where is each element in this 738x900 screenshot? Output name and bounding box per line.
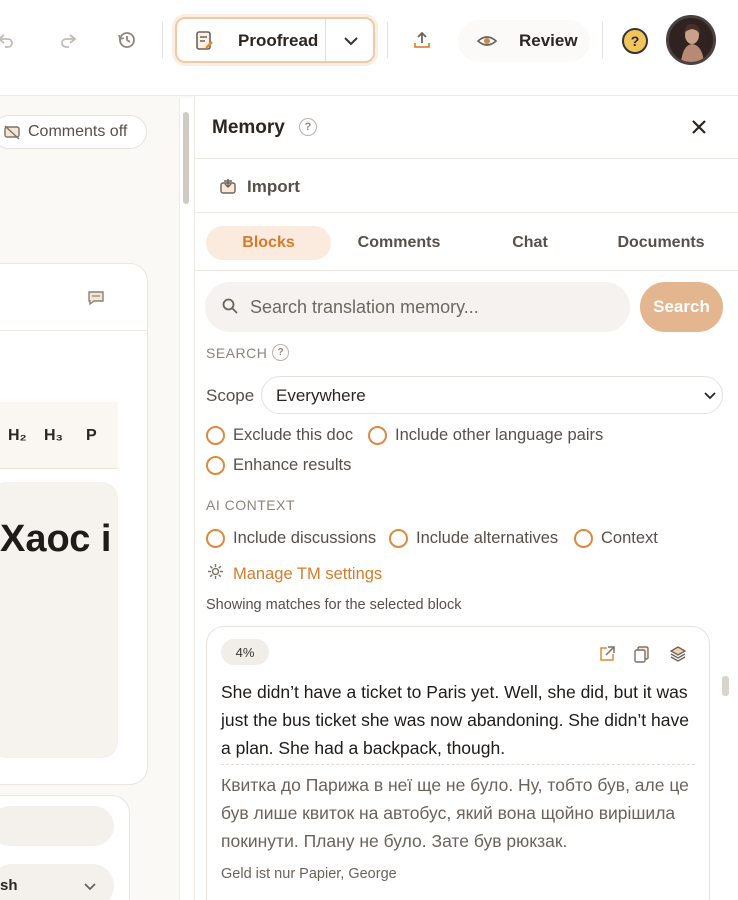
tm-search-box — [205, 282, 630, 332]
avatar[interactable] — [666, 15, 716, 65]
eye-icon — [476, 31, 498, 56]
include-alternatives-radio[interactable] — [389, 529, 408, 548]
review-button[interactable]: Review — [458, 20, 590, 62]
proofread-label: Proofread — [238, 31, 319, 50]
tm-search-input[interactable] — [250, 294, 610, 320]
exclude-this-doc-option[interactable]: Exclude this doc — [206, 426, 353, 445]
heading-3-button[interactable]: H₃ — [44, 427, 63, 445]
heading-2-button[interactable]: H₂ — [8, 427, 27, 445]
comment-icon[interactable] — [87, 290, 105, 311]
scope-label: Scope — [206, 386, 255, 405]
help-icon[interactable]: ? — [622, 28, 648, 54]
exclude-this-doc-label: Exclude this doc — [233, 426, 354, 444]
help-icon[interactable]: ? — [299, 118, 317, 136]
context-label: Context — [601, 529, 658, 547]
panel-scrollbar-thumb[interactable] — [722, 676, 729, 696]
editor-option-input[interactable] — [0, 806, 114, 846]
copy-icon[interactable] — [633, 645, 651, 663]
history-icon[interactable] — [115, 28, 139, 52]
search-icon — [221, 297, 239, 320]
comments-toggle-label: Comments off — [28, 123, 128, 140]
match-document-reference: Geld ist nur Papier, George — [221, 866, 397, 882]
comments-toggle[interactable]: Comments off — [0, 115, 147, 149]
paragraph-button[interactable]: P — [86, 427, 97, 445]
include-alternatives-option[interactable]: Include alternatives — [389, 529, 558, 548]
match-source-text: She didn’t have a ticket to Paris yet. W… — [221, 682, 689, 758]
match-status-text: Showing matches for the selected block — [206, 597, 462, 613]
context-option[interactable]: Context — [574, 529, 658, 548]
manage-tm-settings-label: Manage TM settings — [233, 564, 383, 583]
format-bar-divider — [0, 468, 118, 469]
include-other-language-pairs-label: Include other language pairs — [395, 426, 604, 444]
tab-chat[interactable]: Chat — [470, 226, 590, 260]
layers-icon[interactable] — [669, 645, 687, 663]
comment-off-icon — [3, 124, 21, 147]
search-section-label: SEARCH — [206, 345, 268, 361]
editor-heading-text: Хаос i — [0, 518, 112, 560]
include-alternatives-label: Include alternatives — [416, 529, 559, 547]
language-select[interactable]: sh — [0, 864, 114, 900]
enhance-results-option[interactable]: Enhance results — [206, 456, 351, 475]
context-radio[interactable] — [574, 529, 593, 548]
import-icon[interactable] — [219, 177, 237, 200]
undo-icon[interactable] — [0, 28, 18, 52]
include-discussions-radio[interactable] — [206, 529, 225, 548]
editor-scrollbar-thumb[interactable] — [183, 112, 189, 204]
manage-tm-settings-link[interactable]: Manage TM settings — [207, 563, 382, 585]
match-target-text: Квитка до Парижа в неї ще не було. Ну, т… — [221, 775, 689, 851]
enhance-results-radio[interactable] — [206, 456, 225, 475]
review-label: Review — [519, 31, 578, 50]
exclude-this-doc-radio[interactable] — [206, 426, 225, 445]
scope-select-value: Everywhere — [276, 386, 366, 405]
card-header-divider — [0, 330, 148, 331]
top-toolbar: Proofread Review ? — [0, 0, 738, 82]
include-other-language-pairs-option[interactable]: Include other language pairs — [368, 426, 603, 445]
panel-divider — [194, 158, 738, 159]
tab-comments[interactable]: Comments — [339, 226, 459, 260]
tm-match-card[interactable] — [206, 626, 710, 900]
close-icon[interactable] — [688, 116, 710, 138]
editor-scrollbar[interactable] — [179, 98, 193, 900]
ai-context-section-label: AI CONTEXT — [206, 497, 296, 513]
scope-select[interactable]: Everywhere — [261, 376, 723, 414]
chevron-down-icon — [702, 387, 718, 408]
panel-divider — [194, 270, 738, 271]
chevron-down-icon — [82, 878, 98, 899]
proofread-doc-icon — [195, 30, 215, 57]
include-other-language-pairs-radio[interactable] — [368, 426, 387, 445]
language-select-value: sh — [0, 877, 18, 894]
include-discussions-label: Include discussions — [233, 529, 377, 547]
source-target-separator — [221, 764, 695, 765]
proofread-button[interactable]: Proofread — [175, 17, 375, 63]
upload-icon[interactable] — [410, 28, 434, 52]
help-icon[interactable]: ? — [272, 344, 289, 361]
toolbar-divider — [387, 22, 388, 58]
panel-title: Memory — [212, 117, 285, 138]
search-button[interactable]: Search — [640, 282, 723, 332]
gear-icon — [207, 563, 224, 585]
redo-icon[interactable] — [56, 28, 80, 52]
match-score-badge: 4% — [221, 639, 269, 665]
tab-blocks[interactable]: Blocks — [206, 226, 331, 260]
toolbar-divider — [162, 22, 163, 58]
toolbar-divider — [602, 22, 603, 58]
tab-documents[interactable]: Documents — [601, 226, 721, 260]
enhance-results-label: Enhance results — [233, 456, 352, 474]
open-external-icon[interactable] — [598, 645, 616, 663]
chevron-down-icon[interactable] — [341, 31, 361, 56]
include-discussions-option[interactable]: Include discussions — [206, 529, 376, 548]
panel-divider — [194, 212, 738, 213]
proofread-split-divider — [325, 19, 326, 61]
import-button[interactable]: Import — [247, 177, 300, 197]
